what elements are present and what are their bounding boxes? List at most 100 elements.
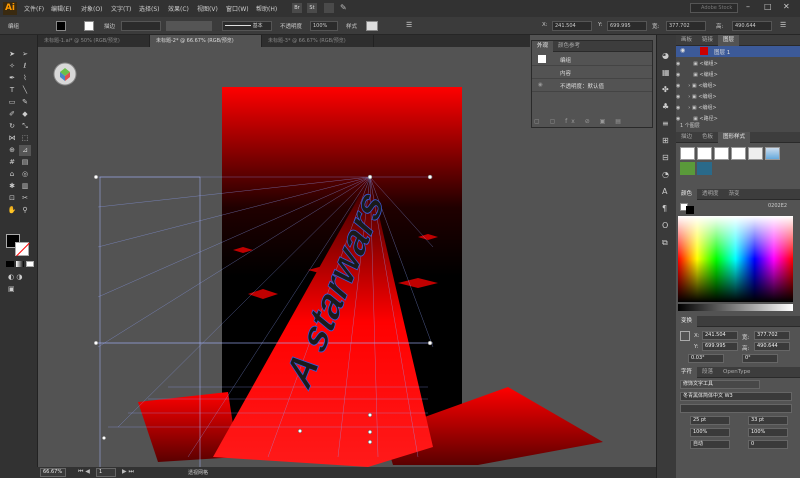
tab-appearance[interactable]: 外观 bbox=[532, 41, 554, 52]
touch-type-tool-button[interactable]: 修饰文字工具 bbox=[680, 380, 760, 389]
magic-wand-icon[interactable]: ✧ bbox=[6, 61, 18, 72]
mesh-icon[interactable]: # bbox=[6, 157, 18, 168]
menu-object[interactable]: 对象(O) bbox=[81, 4, 102, 13]
bridge-button[interactable]: Br bbox=[292, 3, 302, 13]
appearance-footer-icons[interactable]: ▢ ▢ fx ⊘ ▣ ▤ bbox=[534, 118, 625, 125]
maximize-icon[interactable]: □ bbox=[764, 2, 772, 11]
tab-gradient[interactable]: 渐变 bbox=[724, 189, 745, 200]
tab-transform[interactable]: 变换 bbox=[676, 316, 698, 327]
stock-search-input[interactable]: Adobe Stock bbox=[690, 3, 738, 13]
hand-tool-icon[interactable]: ✋ bbox=[6, 205, 18, 216]
vertical-scale-field[interactable]: 100% bbox=[690, 428, 730, 437]
minimize-icon[interactable]: – bbox=[746, 2, 750, 11]
leading-field[interactable]: 33 pt bbox=[748, 416, 788, 425]
eraser-icon[interactable]: ◆ bbox=[19, 109, 31, 120]
tab-stroke[interactable]: 描边 bbox=[676, 132, 697, 143]
perspective-grid-icon[interactable]: ⊿ bbox=[19, 145, 31, 156]
shear-angle-field[interactable]: 0° bbox=[742, 354, 778, 363]
style-swatch[interactable] bbox=[680, 162, 695, 175]
style-swatch[interactable] bbox=[697, 147, 712, 160]
tab-graphic-styles[interactable]: 图形样式 bbox=[718, 132, 751, 143]
h-field[interactable]: 490.644 bbox=[732, 21, 772, 31]
menu-file[interactable]: 文件(F) bbox=[24, 4, 44, 13]
workspace-grid-icon[interactable] bbox=[324, 3, 334, 13]
tab-swatches[interactable]: 色板 bbox=[697, 132, 718, 143]
close-icon[interactable]: ✕ bbox=[783, 2, 790, 11]
style-swatch[interactable] bbox=[748, 147, 763, 160]
reference-point-icon[interactable] bbox=[680, 331, 690, 341]
visibility-eye-icon[interactable]: ◉ bbox=[680, 47, 685, 54]
screen-mode-icon[interactable]: ▣ bbox=[8, 285, 15, 293]
first-artboard-icon[interactable]: ⏮ ◀ bbox=[78, 468, 90, 476]
style-swatch[interactable] bbox=[714, 147, 729, 160]
free-transform-icon[interactable]: ⬚ bbox=[19, 133, 31, 144]
graph-tool-icon[interactable]: ▥ bbox=[19, 181, 31, 192]
symbol-sprayer-icon[interactable]: ✱ bbox=[6, 181, 18, 192]
sublayer-row[interactable]: ◉ ▣ <编组> bbox=[676, 59, 800, 70]
sublayer-row[interactable]: ◉ › ▣ <编组> bbox=[676, 81, 800, 92]
paragraph-panel-icon[interactable]: ¶ bbox=[662, 200, 670, 217]
width-tool-icon[interactable]: ⋈ bbox=[6, 133, 18, 144]
color-spectrum[interactable] bbox=[678, 216, 793, 302]
slice-icon[interactable]: ✂ bbox=[19, 193, 31, 204]
fill-swatch[interactable] bbox=[56, 21, 66, 31]
tracking-field[interactable]: 0 bbox=[748, 440, 788, 449]
pen-tool-icon[interactable]: ✒ bbox=[6, 73, 18, 84]
layer-name[interactable]: 图层 1 bbox=[714, 48, 730, 56]
tab-document-3[interactable]: 未标题-3* @ 66.67% (RGB/预览) bbox=[262, 35, 374, 47]
style-swatch[interactable] bbox=[680, 147, 695, 160]
variable-width-field[interactable] bbox=[166, 21, 212, 31]
menu-view[interactable]: 视图(V) bbox=[197, 4, 218, 13]
menu-window[interactable]: 窗口(W) bbox=[226, 4, 249, 13]
sublayer-row[interactable]: ◉ › ▣ <编组> bbox=[676, 92, 800, 103]
font-family-select[interactable]: 冬青黑体简体中文 W3 bbox=[680, 392, 792, 401]
stock-button[interactable]: St bbox=[307, 3, 317, 13]
menu-effect[interactable]: 效果(C) bbox=[168, 4, 189, 13]
artboard-tool-icon[interactable]: ⊡ bbox=[6, 193, 18, 204]
align-icon[interactable]: ☰ bbox=[406, 21, 412, 29]
tab-character[interactable]: 字符 bbox=[676, 367, 698, 378]
shaper-icon[interactable]: ✐ bbox=[6, 109, 18, 120]
tab-layers[interactable]: 图层 bbox=[718, 35, 740, 46]
direct-selection-tool-icon[interactable]: ➢ bbox=[19, 49, 31, 60]
graphic-style-swatch[interactable] bbox=[366, 21, 378, 31]
blend-icon[interactable]: ◎ bbox=[19, 169, 31, 180]
draw-mode-icon[interactable]: ◐ ◑ bbox=[8, 273, 22, 281]
align-panel-icon[interactable]: ⊞ bbox=[662, 132, 670, 149]
x-field[interactable]: 241.504 bbox=[552, 21, 592, 31]
style-swatch[interactable] bbox=[697, 162, 712, 175]
tab-paragraph[interactable]: 段落 bbox=[697, 367, 718, 378]
font-style-select[interactable] bbox=[680, 404, 792, 413]
style-swatch[interactable] bbox=[731, 147, 746, 160]
tab-links[interactable]: 链接 bbox=[697, 35, 718, 46]
font-size-field[interactable]: 25 pt bbox=[690, 416, 730, 425]
pathfinder-panel-icon[interactable]: ⊟ bbox=[662, 149, 670, 166]
tab-document-1[interactable]: 未标题-1.ai* @ 50% (RGB/预览) bbox=[38, 35, 150, 47]
shape-builder-icon[interactable]: ⊕ bbox=[6, 145, 18, 156]
selection-tool-icon[interactable]: ➤ bbox=[6, 49, 18, 60]
zoom-tool-icon[interactable]: ⚲ bbox=[19, 205, 31, 216]
grayscale-ramp[interactable] bbox=[678, 304, 793, 311]
panel-menu-icon[interactable]: ☰ bbox=[780, 21, 786, 29]
kerning-field[interactable]: 自动 bbox=[690, 440, 730, 449]
line-tool-icon[interactable]: ╲ bbox=[19, 85, 31, 96]
rotate-icon[interactable]: ↻ bbox=[6, 121, 18, 132]
transform-h-field[interactable]: 490.644 bbox=[754, 342, 790, 351]
type-tool-icon[interactable]: T bbox=[6, 85, 18, 96]
links-panel-icon[interactable]: ⧉ bbox=[662, 234, 670, 251]
layer-row[interactable]: ◉ 图层 1 bbox=[676, 46, 800, 57]
tab-color[interactable]: 颜色 bbox=[676, 189, 698, 200]
opentype-panel-icon[interactable]: O bbox=[662, 217, 670, 234]
menu-type[interactable]: 文字(T) bbox=[111, 4, 131, 13]
type-panel-icon[interactable]: A bbox=[662, 183, 670, 200]
color-mode-icon[interactable] bbox=[6, 261, 14, 267]
brushes-panel-icon[interactable]: ✤ bbox=[662, 81, 670, 98]
visibility-eye-icon[interactable]: ◉ bbox=[538, 82, 543, 88]
content-row[interactable]: 内容 bbox=[560, 69, 571, 77]
scale-icon[interactable]: ⤡ bbox=[19, 121, 31, 132]
color-panel-icon[interactable]: ◕ bbox=[662, 47, 670, 64]
gradient-icon[interactable]: ▤ bbox=[19, 157, 31, 168]
menu-help[interactable]: 帮助(H) bbox=[256, 4, 277, 13]
stroke-weight-field[interactable] bbox=[121, 21, 161, 31]
swatches-panel-icon[interactable]: ▦ bbox=[662, 64, 670, 81]
